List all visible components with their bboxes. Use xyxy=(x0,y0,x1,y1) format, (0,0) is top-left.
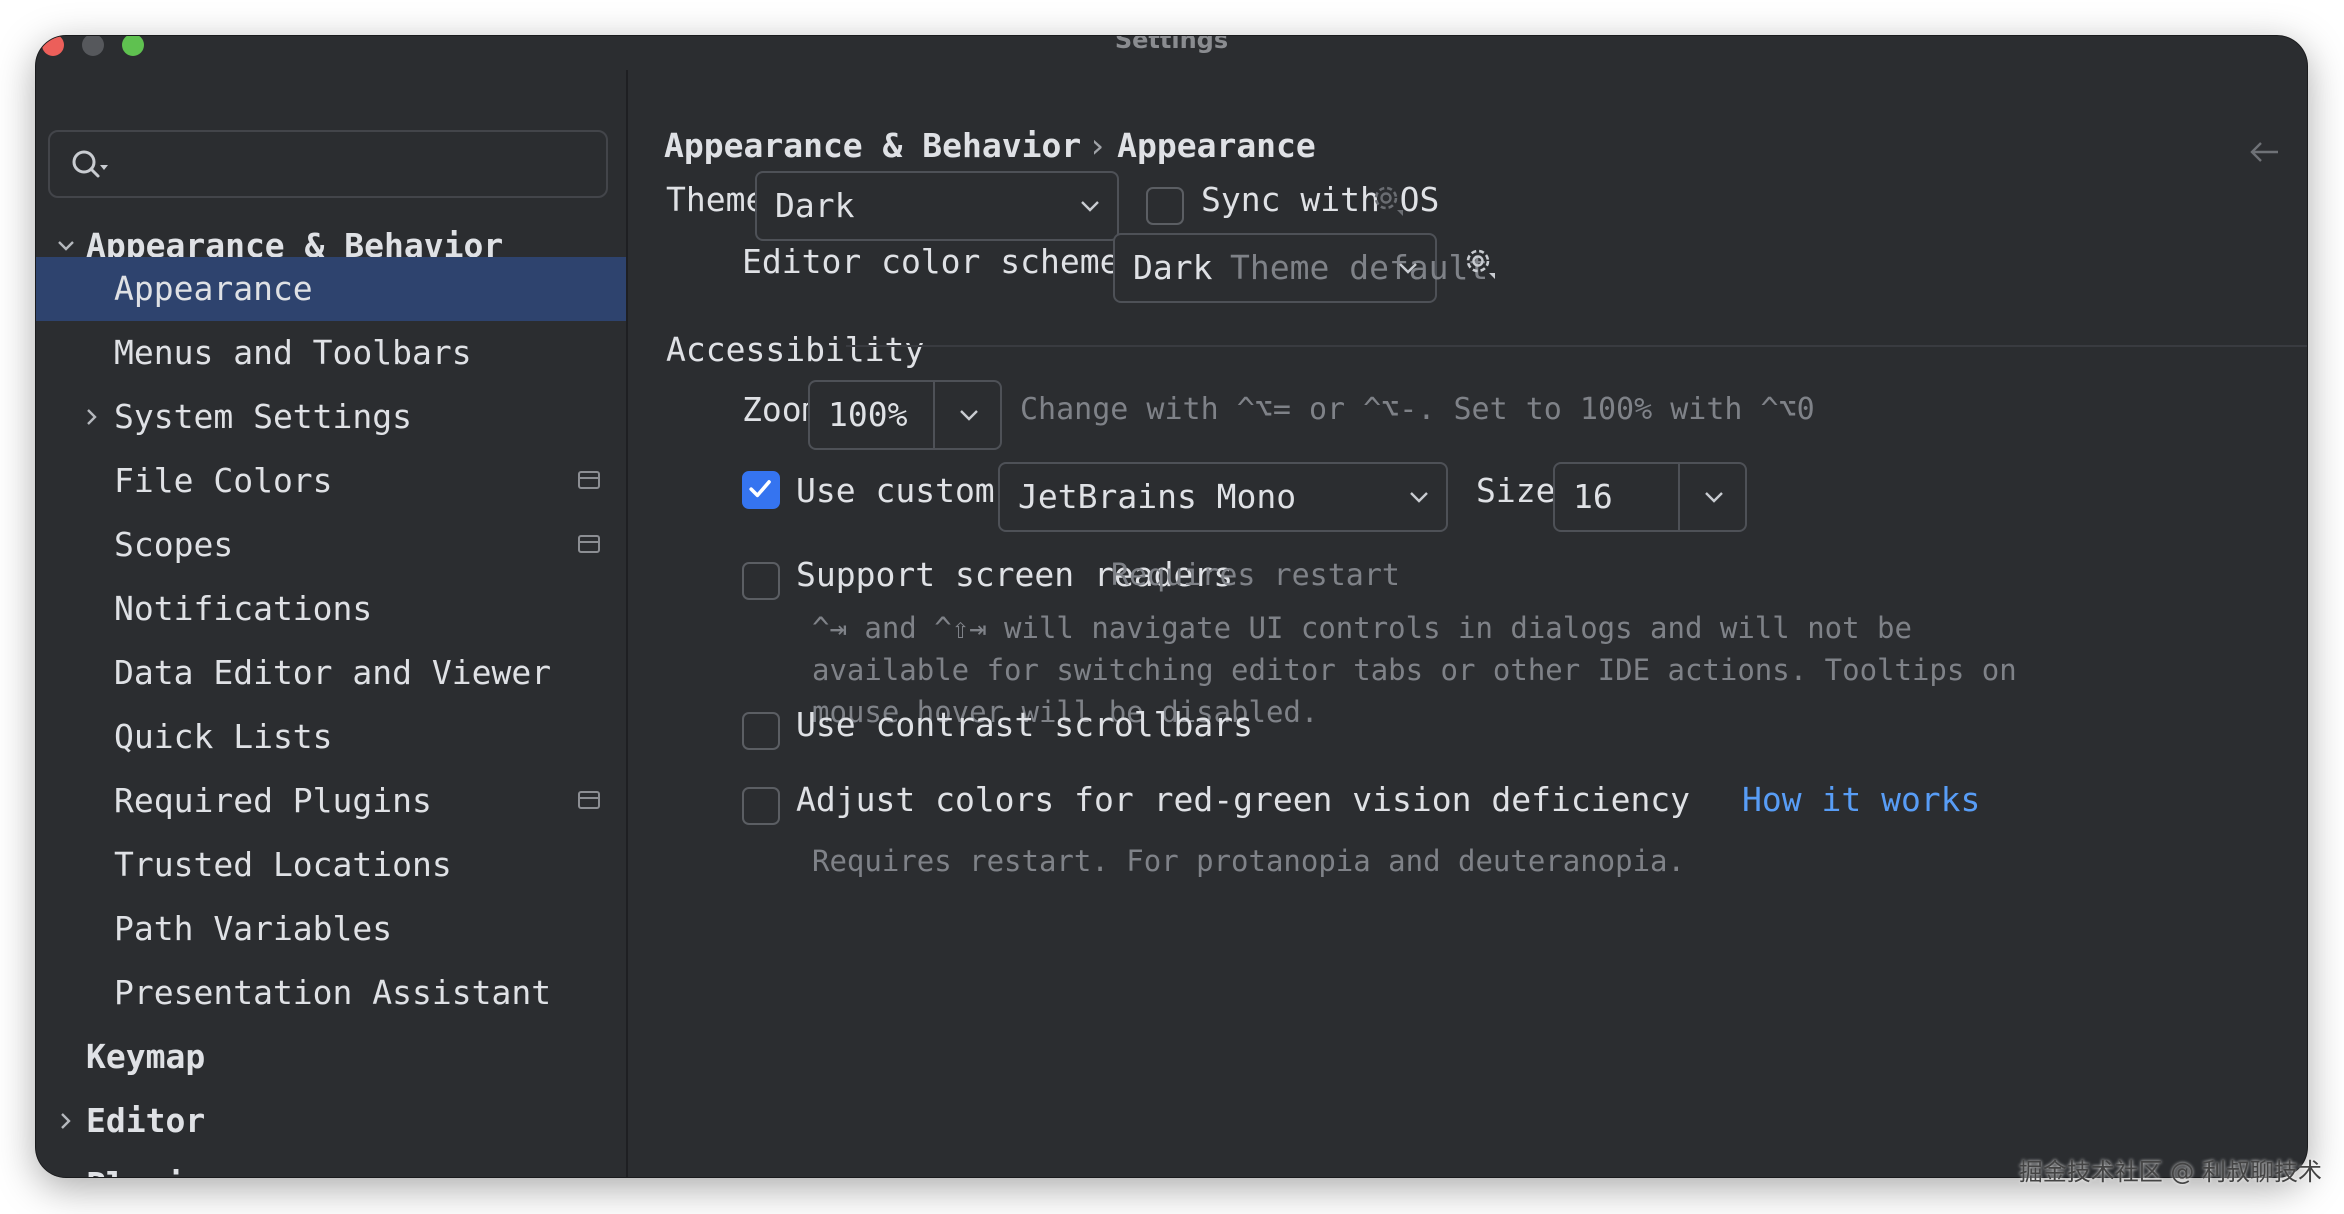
zoom-hint: Change with ^⌥= or ^⌥-. Set to 100% with… xyxy=(1020,392,1815,427)
color-deficiency-label[interactable]: Adjust colors for red-green vision defic… xyxy=(796,780,1690,819)
tree-item-keymap[interactable]: Keymap xyxy=(36,1025,626,1089)
chevron-right-icon[interactable] xyxy=(82,407,102,427)
tree-item-label: Trusted Locations xyxy=(114,845,452,884)
tree-item-label: Path Variables xyxy=(114,909,393,948)
tree-item-label: Required Plugins xyxy=(114,781,432,820)
breadcrumb-separator: › xyxy=(1087,126,1108,165)
chevron-down-icon[interactable] xyxy=(56,236,76,256)
theme-value: Dark xyxy=(775,186,855,225)
tree-item-label: Data Editor and Viewer xyxy=(114,653,552,692)
chevron-down-icon xyxy=(1410,492,1428,503)
tree-item-label: Appearance xyxy=(114,269,313,308)
contrast-scrollbars-label[interactable]: Use contrast scrollbars xyxy=(796,705,1253,744)
chevron-down-icon xyxy=(1081,201,1099,212)
project-level-icon xyxy=(578,535,600,553)
editor-scheme-value: Dark xyxy=(1133,248,1213,287)
settings-search-input[interactable] xyxy=(48,130,608,198)
gear-icon[interactable] xyxy=(1370,182,1406,218)
theme-dropdown[interactable]: Dark xyxy=(755,171,1119,241)
tree-item-label: Quick Lists xyxy=(114,717,333,756)
tree-item-label: Menus and Toolbars xyxy=(114,333,472,372)
font-value: JetBrains Mono xyxy=(1018,477,1297,516)
tree-item-scopes[interactable]: Scopes xyxy=(36,513,626,577)
chevron-down-icon[interactable] xyxy=(1703,489,1725,505)
window-title: Settings xyxy=(1114,36,1229,54)
tree-item-notifications[interactable]: Notifications xyxy=(36,577,626,641)
size-combobox[interactable]: 16 xyxy=(1553,462,1747,532)
watermark: 掘金技术社区 @ 利叔聊技术 xyxy=(2018,1158,2322,1186)
checkmark-icon xyxy=(749,480,771,498)
project-level-icon xyxy=(578,471,600,489)
color-deficiency-description: Requires restart. For protanopia and deu… xyxy=(812,844,1685,878)
tree-item-trusted-locations[interactable]: Trusted Locations xyxy=(36,833,626,897)
tree-item-presentation-assistant[interactable]: Presentation Assistant xyxy=(36,961,626,1025)
breadcrumb-current: Appearance xyxy=(1117,126,1316,165)
tree-item-data-editor[interactable]: Data Editor and Viewer xyxy=(36,641,626,705)
zoom-value[interactable]: 100% xyxy=(828,382,907,448)
tree-item-label: System Settings xyxy=(114,397,413,436)
section-divider xyxy=(846,345,2307,347)
tree-item-menus-toolbars[interactable]: Menus and Toolbars xyxy=(36,321,626,385)
project-level-icon xyxy=(578,791,600,809)
size-value[interactable]: 16 xyxy=(1573,464,1613,530)
how-it-works-link[interactable]: How it works xyxy=(1742,780,1980,819)
zoom-combobox[interactable]: 100% xyxy=(808,380,1002,450)
tree-item-required-plugins[interactable]: Required Plugins xyxy=(36,769,626,833)
sync-with-os-checkbox[interactable] xyxy=(1146,187,1184,225)
title-bar: Settings xyxy=(36,36,2307,70)
editor-scheme-dropdown[interactable]: Dark Theme default xyxy=(1113,233,1488,303)
tree-item-label: Keymap xyxy=(86,1037,206,1076)
color-deficiency-checkbox[interactable] xyxy=(742,787,780,825)
accessibility-section-title: Accessibility xyxy=(666,330,925,369)
breadcrumb: Appearance & Behavior › Appearance xyxy=(664,126,1316,165)
tree-item-label: Editor xyxy=(86,1101,206,1140)
tree-item-label: Presentation Assistant xyxy=(114,973,552,1012)
chevron-right-icon[interactable] xyxy=(56,1111,76,1131)
tree-item-label: Plugins xyxy=(86,1153,225,1177)
editor-scheme-hint: Theme default xyxy=(1230,248,1489,287)
contrast-scrollbars-checkbox[interactable] xyxy=(742,712,780,750)
custom-font-checkbox[interactable] xyxy=(742,471,780,509)
settings-window: Settings Appearance & Behavior Appearanc… xyxy=(36,36,2307,1177)
tree-item-editor[interactable]: Editor xyxy=(36,1089,626,1153)
tree-item-label: Notifications xyxy=(114,589,373,628)
editor-scheme-label: Editor color scheme: xyxy=(742,242,1140,281)
combo-divider xyxy=(1678,464,1680,530)
gear-icon[interactable] xyxy=(1462,245,1498,281)
tree-item-file-colors[interactable]: File Colors xyxy=(36,449,626,513)
screen-readers-hint: Requires restart xyxy=(1111,558,1400,593)
tree-item-path-variables[interactable]: Path Variables xyxy=(36,897,626,961)
tree-item-quick-lists[interactable]: Quick Lists xyxy=(36,705,626,769)
breadcrumb-parent[interactable]: Appearance & Behavior xyxy=(664,126,1081,165)
tree-item-appearance[interactable]: Appearance xyxy=(36,257,626,321)
tree-item-label: File Colors xyxy=(114,461,333,500)
settings-content: Appearance & Behavior › Appearance Theme: … xyxy=(628,70,2307,1177)
chevron-down-icon[interactable] xyxy=(958,407,980,423)
combo-divider xyxy=(933,382,935,448)
back-arrow-icon[interactable] xyxy=(2248,140,2282,164)
tree-item-system-settings[interactable]: System Settings xyxy=(36,385,626,449)
tree-item-plugins[interactable]: Plugins xyxy=(36,1153,626,1177)
search-icon xyxy=(72,150,108,178)
settings-sidebar: Appearance & Behavior Appearance Menus a… xyxy=(36,70,628,1177)
font-dropdown[interactable]: JetBrains Mono xyxy=(998,462,1448,532)
tree-item-label: Scopes xyxy=(114,525,234,564)
screen-readers-checkbox[interactable] xyxy=(742,562,780,600)
chevron-down-icon xyxy=(1399,263,1417,274)
